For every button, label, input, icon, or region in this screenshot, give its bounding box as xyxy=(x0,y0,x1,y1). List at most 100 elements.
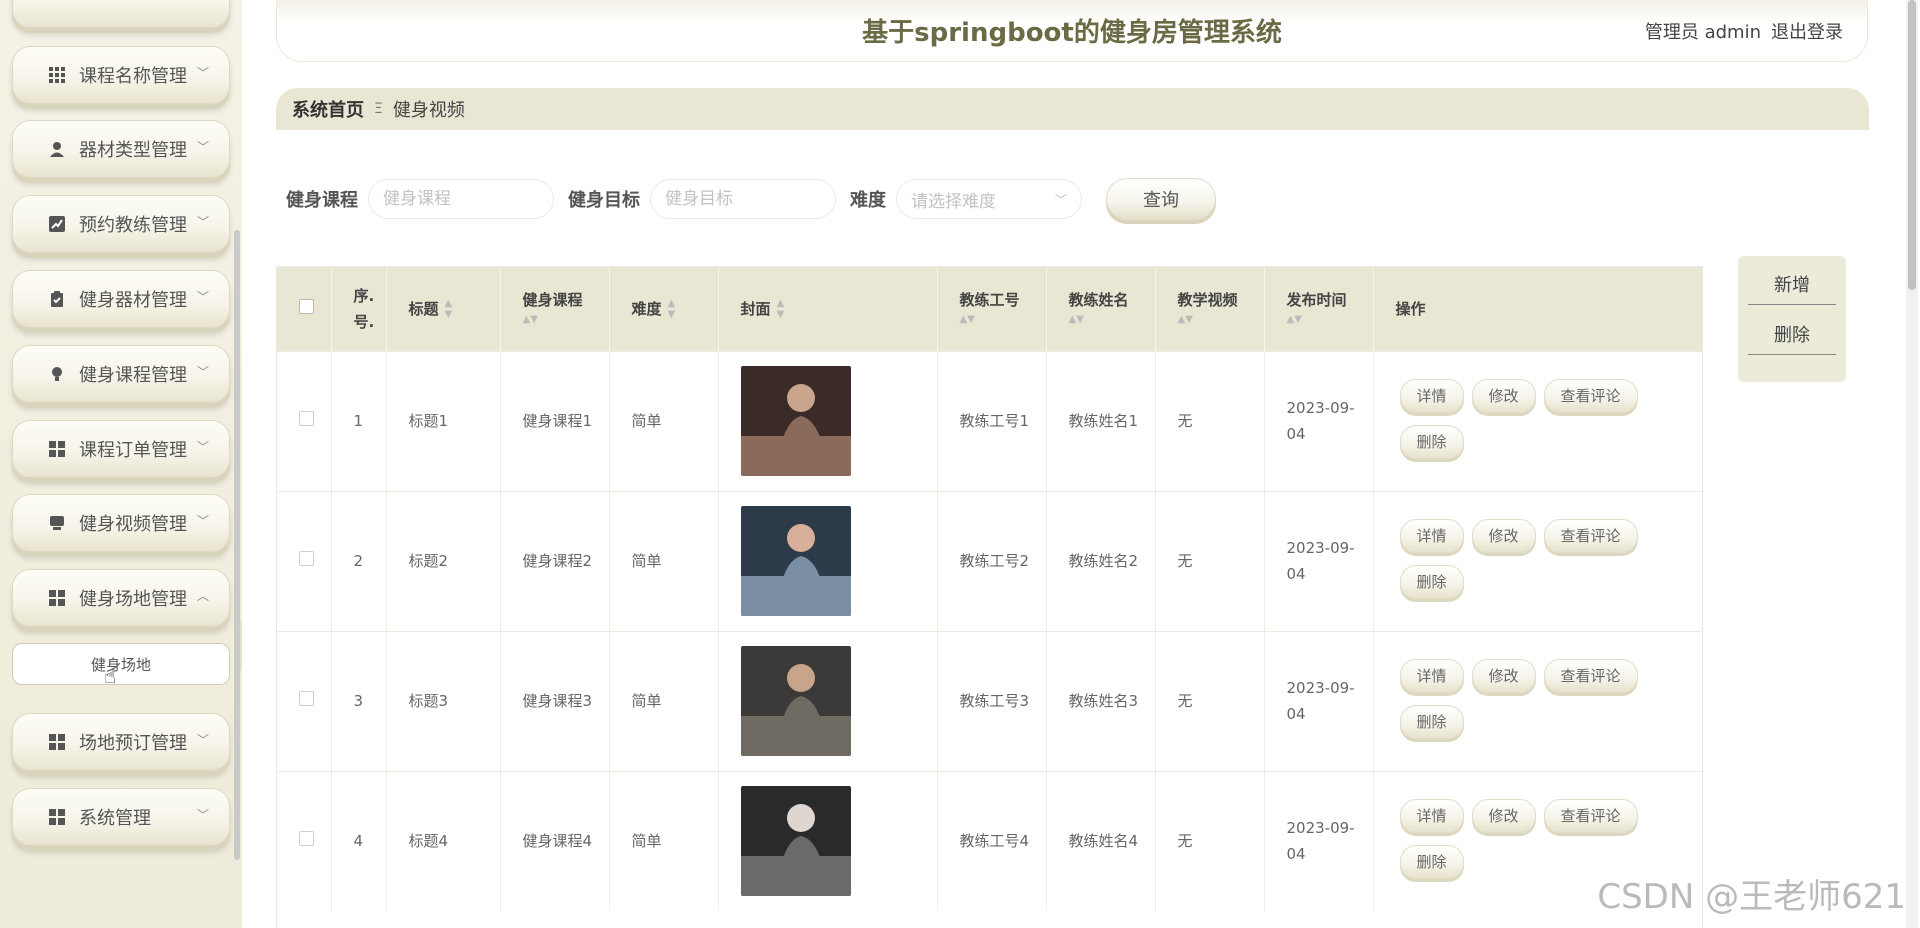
detail-button[interactable]: 详情 xyxy=(1399,659,1464,693)
sidebar-item-venue-booking[interactable]: 场地预订管理 ﹀ xyxy=(12,713,230,771)
row-video: 无 xyxy=(1155,490,1265,631)
detail-button[interactable]: 详情 xyxy=(1399,379,1464,413)
sidebar-item-label: 器材类型管理 xyxy=(79,140,187,161)
row-coach-name: 教练姓名3 xyxy=(1046,630,1156,771)
cover-image xyxy=(740,786,851,897)
breadcrumb-home[interactable]: 系统首页 xyxy=(292,96,364,122)
header-cover[interactable]: 封面 ▲ ▼ xyxy=(718,267,938,351)
page-scrollbar-thumb[interactable] xyxy=(1908,0,1916,290)
header-difficulty-label: 难度 xyxy=(631,299,662,318)
header-difficulty[interactable]: 难度 ▲ ▼ xyxy=(609,267,719,351)
add-button[interactable]: 新增 xyxy=(1748,264,1836,305)
detail-button[interactable]: 详情 xyxy=(1399,799,1464,834)
header-video[interactable]: 教学视频 ▲▼ xyxy=(1155,267,1265,351)
header-title[interactable]: 标题 ▲ ▼ xyxy=(386,267,501,351)
sidebar: 课程名称管理 ﹀ 器材类型管理 ﹀ 预约教练管理 ﹀ 健身器材管理 ﹀ 健身课程… xyxy=(0,0,242,928)
chevron-down-icon: ﹀ xyxy=(196,733,209,747)
sidebar-item-venue[interactable]: 健身场地管理 ︿ xyxy=(12,569,230,627)
apps-icon xyxy=(47,588,67,608)
header-operation: 操作 xyxy=(1373,267,1702,351)
sort-icon[interactable]: ▲▼ xyxy=(1178,314,1193,325)
row-difficulty: 简单 xyxy=(609,630,719,771)
header-course[interactable]: 健身课程 ▲▼ xyxy=(500,267,610,351)
row-course: 健身课程3 xyxy=(500,630,610,771)
breadcrumb: 系统首页 Ξ 健身视频 xyxy=(276,88,1869,130)
sidebar-item-course-name[interactable]: 课程名称管理 ﹀ xyxy=(12,46,230,104)
row-title: 标题4 xyxy=(386,770,501,911)
row-delete-button[interactable]: 删除 xyxy=(1399,845,1464,880)
sidebar-item-label: 系统管理 xyxy=(79,808,151,829)
row-coach-name: 教练姓名1 xyxy=(1046,350,1156,491)
sidebar-scrollbar[interactable] xyxy=(234,230,240,860)
row-checkbox[interactable] xyxy=(299,831,314,847)
sidebar-item-top-partial[interactable] xyxy=(12,0,230,28)
row-coach-name: 教练姓名2 xyxy=(1046,490,1156,631)
sidebar-item-course-order[interactable]: 课程订单管理 ﹀ xyxy=(12,420,230,478)
row-index: 3 xyxy=(331,630,387,771)
row-delete-button[interactable]: 删除 xyxy=(1399,425,1464,459)
edit-button[interactable]: 修改 xyxy=(1471,379,1536,413)
view-comments-button[interactable]: 查看评论 xyxy=(1543,659,1638,693)
difficulty-select[interactable]: 请选择难度 ﹀ xyxy=(896,179,1082,219)
course-search-input[interactable] xyxy=(368,179,554,219)
header-coach-id[interactable]: 教练工号 ▲▼ xyxy=(937,267,1047,351)
page-scrollbar[interactable] xyxy=(1906,0,1918,928)
row-difficulty: 简单 xyxy=(609,490,719,631)
edit-button[interactable]: 修改 xyxy=(1471,799,1536,834)
row-checkbox[interactable] xyxy=(299,691,314,706)
sidebar-item-label: 课程名称管理 xyxy=(79,66,187,87)
row-title: 标题2 xyxy=(386,490,501,631)
table-header-row: 序.号. 标题 ▲ ▼ 健身课程 ▲▼ 难度 ▲ ▼ 封面 ▲ ▼ 教练工号 ▲▼ 教练姓名 ▲▼… xyxy=(277,267,1702,351)
sort-icon[interactable]: ▲▼ xyxy=(960,314,975,325)
sort-icon[interactable]: ▲▼ xyxy=(523,314,538,325)
sidebar-item-equipment[interactable]: 健身器材管理 ﹀ xyxy=(12,270,230,328)
header-coach-name[interactable]: 教练姓名 ▲▼ xyxy=(1046,267,1156,351)
sort-icon[interactable]: ▲▼ xyxy=(445,298,453,320)
sort-icon[interactable]: ▲▼ xyxy=(1069,314,1084,325)
sidebar-item-system[interactable]: 系统管理 ﹀ xyxy=(12,788,230,846)
sidebar-item-course[interactable]: 健身课程管理 ﹀ xyxy=(12,345,230,403)
view-comments-button[interactable]: 查看评论 xyxy=(1543,799,1638,834)
user-label: 管理员 admin xyxy=(1644,22,1761,43)
row-index: 1 xyxy=(331,350,387,491)
clipboard-check-icon xyxy=(47,289,67,309)
row-title: 标题1 xyxy=(386,350,501,491)
sidebar-item-video[interactable]: 健身视频管理 ﹀ xyxy=(12,494,230,552)
header-cover-label: 封面 xyxy=(740,299,771,318)
search-bar: 健身课程 健身目标 难度 请选择难度 ﹀ 查询 xyxy=(286,176,1216,222)
header-coach-name-label: 教练姓名 xyxy=(1068,291,1129,310)
view-comments-button[interactable]: 查看评论 xyxy=(1543,519,1638,553)
chevron-down-icon: ﹀ xyxy=(196,808,209,822)
breadcrumb-current: 健身视频 xyxy=(392,100,465,121)
edit-button[interactable]: 修改 xyxy=(1471,659,1536,693)
row-video: 无 xyxy=(1155,770,1265,911)
chevron-down-icon: ﹀ xyxy=(196,514,209,528)
sidebar-item-equipment-type[interactable]: 器材类型管理 ﹀ xyxy=(12,120,230,178)
sidebar-item-coach-booking[interactable]: 预约教练管理 ﹀ xyxy=(12,195,230,253)
sort-icon[interactable]: ▲▼ xyxy=(777,298,785,320)
logout-link[interactable]: 退出登录 xyxy=(1771,18,1843,44)
row-checkbox[interactable] xyxy=(299,551,314,566)
goal-search-input[interactable] xyxy=(650,179,836,219)
edit-button[interactable]: 修改 xyxy=(1471,519,1536,553)
row-publish-time: 2023-09-04 xyxy=(1264,350,1374,491)
row-cover xyxy=(718,630,938,771)
sidebar-item-label: 预约教练管理 xyxy=(79,215,187,236)
row-checkbox[interactable] xyxy=(299,411,314,426)
header-index-label: 序.号. xyxy=(353,286,375,331)
select-all-checkbox[interactable] xyxy=(299,299,314,315)
sort-icon[interactable]: ▲▼ xyxy=(668,298,676,320)
submenu-item-venue[interactable]: 健身场地 xyxy=(12,643,230,685)
header-publish-time[interactable]: 发布时间 ▲▼ xyxy=(1264,267,1374,351)
sort-icon[interactable]: ▲▼ xyxy=(1287,314,1302,325)
row-operations: 详情 修改 查看评论删除 xyxy=(1373,630,1702,771)
view-comments-button[interactable]: 查看评论 xyxy=(1543,379,1638,413)
detail-button[interactable]: 详情 xyxy=(1399,519,1464,553)
query-button[interactable]: 查询 xyxy=(1106,178,1216,220)
row-delete-button[interactable]: 删除 xyxy=(1399,705,1464,739)
row-coach-id: 教练工号1 xyxy=(937,350,1047,491)
row-difficulty: 简单 xyxy=(609,350,719,491)
row-delete-button[interactable]: 删除 xyxy=(1399,565,1464,599)
delete-button[interactable]: 删除 xyxy=(1748,314,1836,355)
row-coach-id: 教练工号3 xyxy=(937,630,1047,771)
